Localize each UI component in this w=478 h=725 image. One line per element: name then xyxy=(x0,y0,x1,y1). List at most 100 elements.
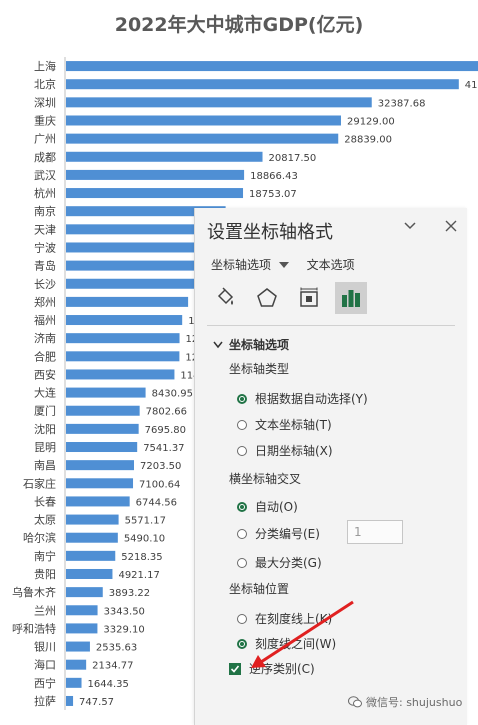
category-label: 青岛 xyxy=(34,259,56,273)
radio-axis-type-text-label: 文本坐标轴(T) xyxy=(255,418,332,432)
radio-axis-type-text[interactable]: 文本坐标轴(T) xyxy=(237,416,332,433)
radio-axis-type-auto-label: 根据数据自动选择(Y) xyxy=(255,392,368,406)
data-label: 2134.77 xyxy=(92,661,133,672)
pane-tabs: 坐标轴选项 文本选项 xyxy=(211,256,355,273)
category-label: 哈尔滨 xyxy=(23,531,56,545)
radio-button[interactable] xyxy=(237,501,247,512)
wechat-icon xyxy=(348,696,362,708)
bar xyxy=(66,423,139,434)
radio-position-on-tick[interactable]: 在刻度线上(K) xyxy=(237,610,332,627)
radio-button[interactable] xyxy=(237,638,247,649)
category-number-input[interactable]: 1 xyxy=(347,520,403,544)
bar xyxy=(66,460,135,471)
category-label: 宁波 xyxy=(34,240,56,254)
bar xyxy=(66,115,341,126)
bar xyxy=(66,169,245,180)
radio-button[interactable] xyxy=(237,419,247,430)
reverse-categories-label: 逆序类别(C) xyxy=(249,662,315,676)
size-properties-icon[interactable] xyxy=(293,282,325,314)
bar xyxy=(66,315,183,326)
bar xyxy=(66,61,478,72)
bar xyxy=(66,260,207,271)
data-label: 3343.50 xyxy=(104,606,145,617)
radio-cross-max-category-label: 最大分类(G) xyxy=(255,556,322,570)
category-label: 合肥 xyxy=(34,349,56,363)
tab-text-options[interactable]: 文本选项 xyxy=(307,256,355,273)
pane-title: 设置坐标轴格式 xyxy=(207,222,333,243)
data-label: 6744.56 xyxy=(136,497,177,508)
bar xyxy=(66,242,215,253)
checkbox-checked[interactable] xyxy=(229,662,241,675)
bar xyxy=(66,478,134,489)
radio-cross-auto-label: 自动(O) xyxy=(255,500,298,514)
radio-cross-category-number[interactable]: 分类编号(E) xyxy=(237,525,320,542)
category-label: 银川 xyxy=(34,640,56,654)
axis-position-heading: 坐标轴位置 xyxy=(229,582,290,596)
category-label: 杭州 xyxy=(34,186,56,200)
category-label: 重庆 xyxy=(34,113,56,127)
bar xyxy=(66,442,138,453)
category-label: 深圳 xyxy=(34,96,56,109)
bar-chart-icon[interactable] xyxy=(335,282,367,314)
watermark-text: 微信号: shujushuo xyxy=(366,696,463,709)
data-label: 7203.50 xyxy=(140,461,181,472)
bar xyxy=(66,641,90,652)
radio-button[interactable] xyxy=(237,557,247,568)
radio-button[interactable] xyxy=(237,528,247,539)
axis-options-section[interactable]: 坐标轴选项 xyxy=(213,336,289,353)
category-label: 福州 xyxy=(34,313,56,327)
reverse-categories-checkbox[interactable]: 逆序类别(C) xyxy=(229,660,315,677)
data-label: 20817.50 xyxy=(269,153,317,164)
pentagon-icon[interactable] xyxy=(251,282,283,314)
bar xyxy=(66,677,82,688)
bar xyxy=(66,387,146,398)
category-label: 呼和浩特 xyxy=(12,621,56,635)
radio-cross-max-category[interactable]: 最大分类(G) xyxy=(237,554,322,571)
radio-cross-auto[interactable]: 自动(O) xyxy=(237,498,298,515)
bar xyxy=(66,532,118,543)
radio-button[interactable] xyxy=(237,613,247,624)
tab-axis-options[interactable]: 坐标轴选项 xyxy=(211,256,289,273)
radio-axis-type-date[interactable]: 日期坐标轴(X) xyxy=(237,442,333,459)
close-icon[interactable] xyxy=(445,218,457,236)
radio-button[interactable] xyxy=(237,445,247,456)
chevron-down-icon[interactable] xyxy=(403,218,417,236)
paint-bucket-icon[interactable] xyxy=(209,282,241,314)
category-label: 拉萨 xyxy=(34,694,56,708)
bar xyxy=(66,659,87,670)
data-label: 32387.68 xyxy=(378,98,426,109)
section-title: 坐标轴选项 xyxy=(229,338,290,352)
category-label: 石家庄 xyxy=(23,476,56,490)
bar xyxy=(66,550,116,561)
bar xyxy=(66,97,372,108)
bar xyxy=(66,623,98,634)
category-label: 广州 xyxy=(34,133,56,146)
data-label: 18753.07 xyxy=(249,189,297,200)
category-label: 西宁 xyxy=(34,676,56,690)
bar xyxy=(66,587,103,598)
radio-button[interactable] xyxy=(237,393,247,404)
radio-axis-type-auto[interactable]: 根据数据自动选择(Y) xyxy=(237,390,368,407)
data-label: 7541.37 xyxy=(143,443,184,454)
data-label: 29129.00 xyxy=(347,116,395,127)
data-label: 747.57 xyxy=(79,697,114,708)
section-collapse-icon xyxy=(213,341,223,349)
bar xyxy=(66,333,180,344)
category-label: 乌鲁木齐 xyxy=(12,585,56,599)
data-label: 3329.10 xyxy=(103,624,144,635)
bar xyxy=(66,568,113,579)
radio-position-between-tick[interactable]: 刻度线之间(W) xyxy=(237,635,336,652)
checkmark-icon xyxy=(230,664,240,673)
axis-type-heading: 坐标轴类型 xyxy=(229,362,290,376)
data-label: 2535.63 xyxy=(96,643,137,654)
bar xyxy=(66,296,189,307)
category-label: 太原 xyxy=(34,514,56,527)
category-label: 天津 xyxy=(34,223,56,236)
category-label: 大连 xyxy=(34,386,56,400)
pane-divider xyxy=(207,325,455,326)
bar xyxy=(66,79,459,90)
radio-position-between-tick-label: 刻度线之间(W) xyxy=(255,637,337,651)
radio-position-on-tick-label: 在刻度线上(K) xyxy=(255,612,333,626)
bar xyxy=(66,369,175,380)
bar xyxy=(66,151,263,162)
